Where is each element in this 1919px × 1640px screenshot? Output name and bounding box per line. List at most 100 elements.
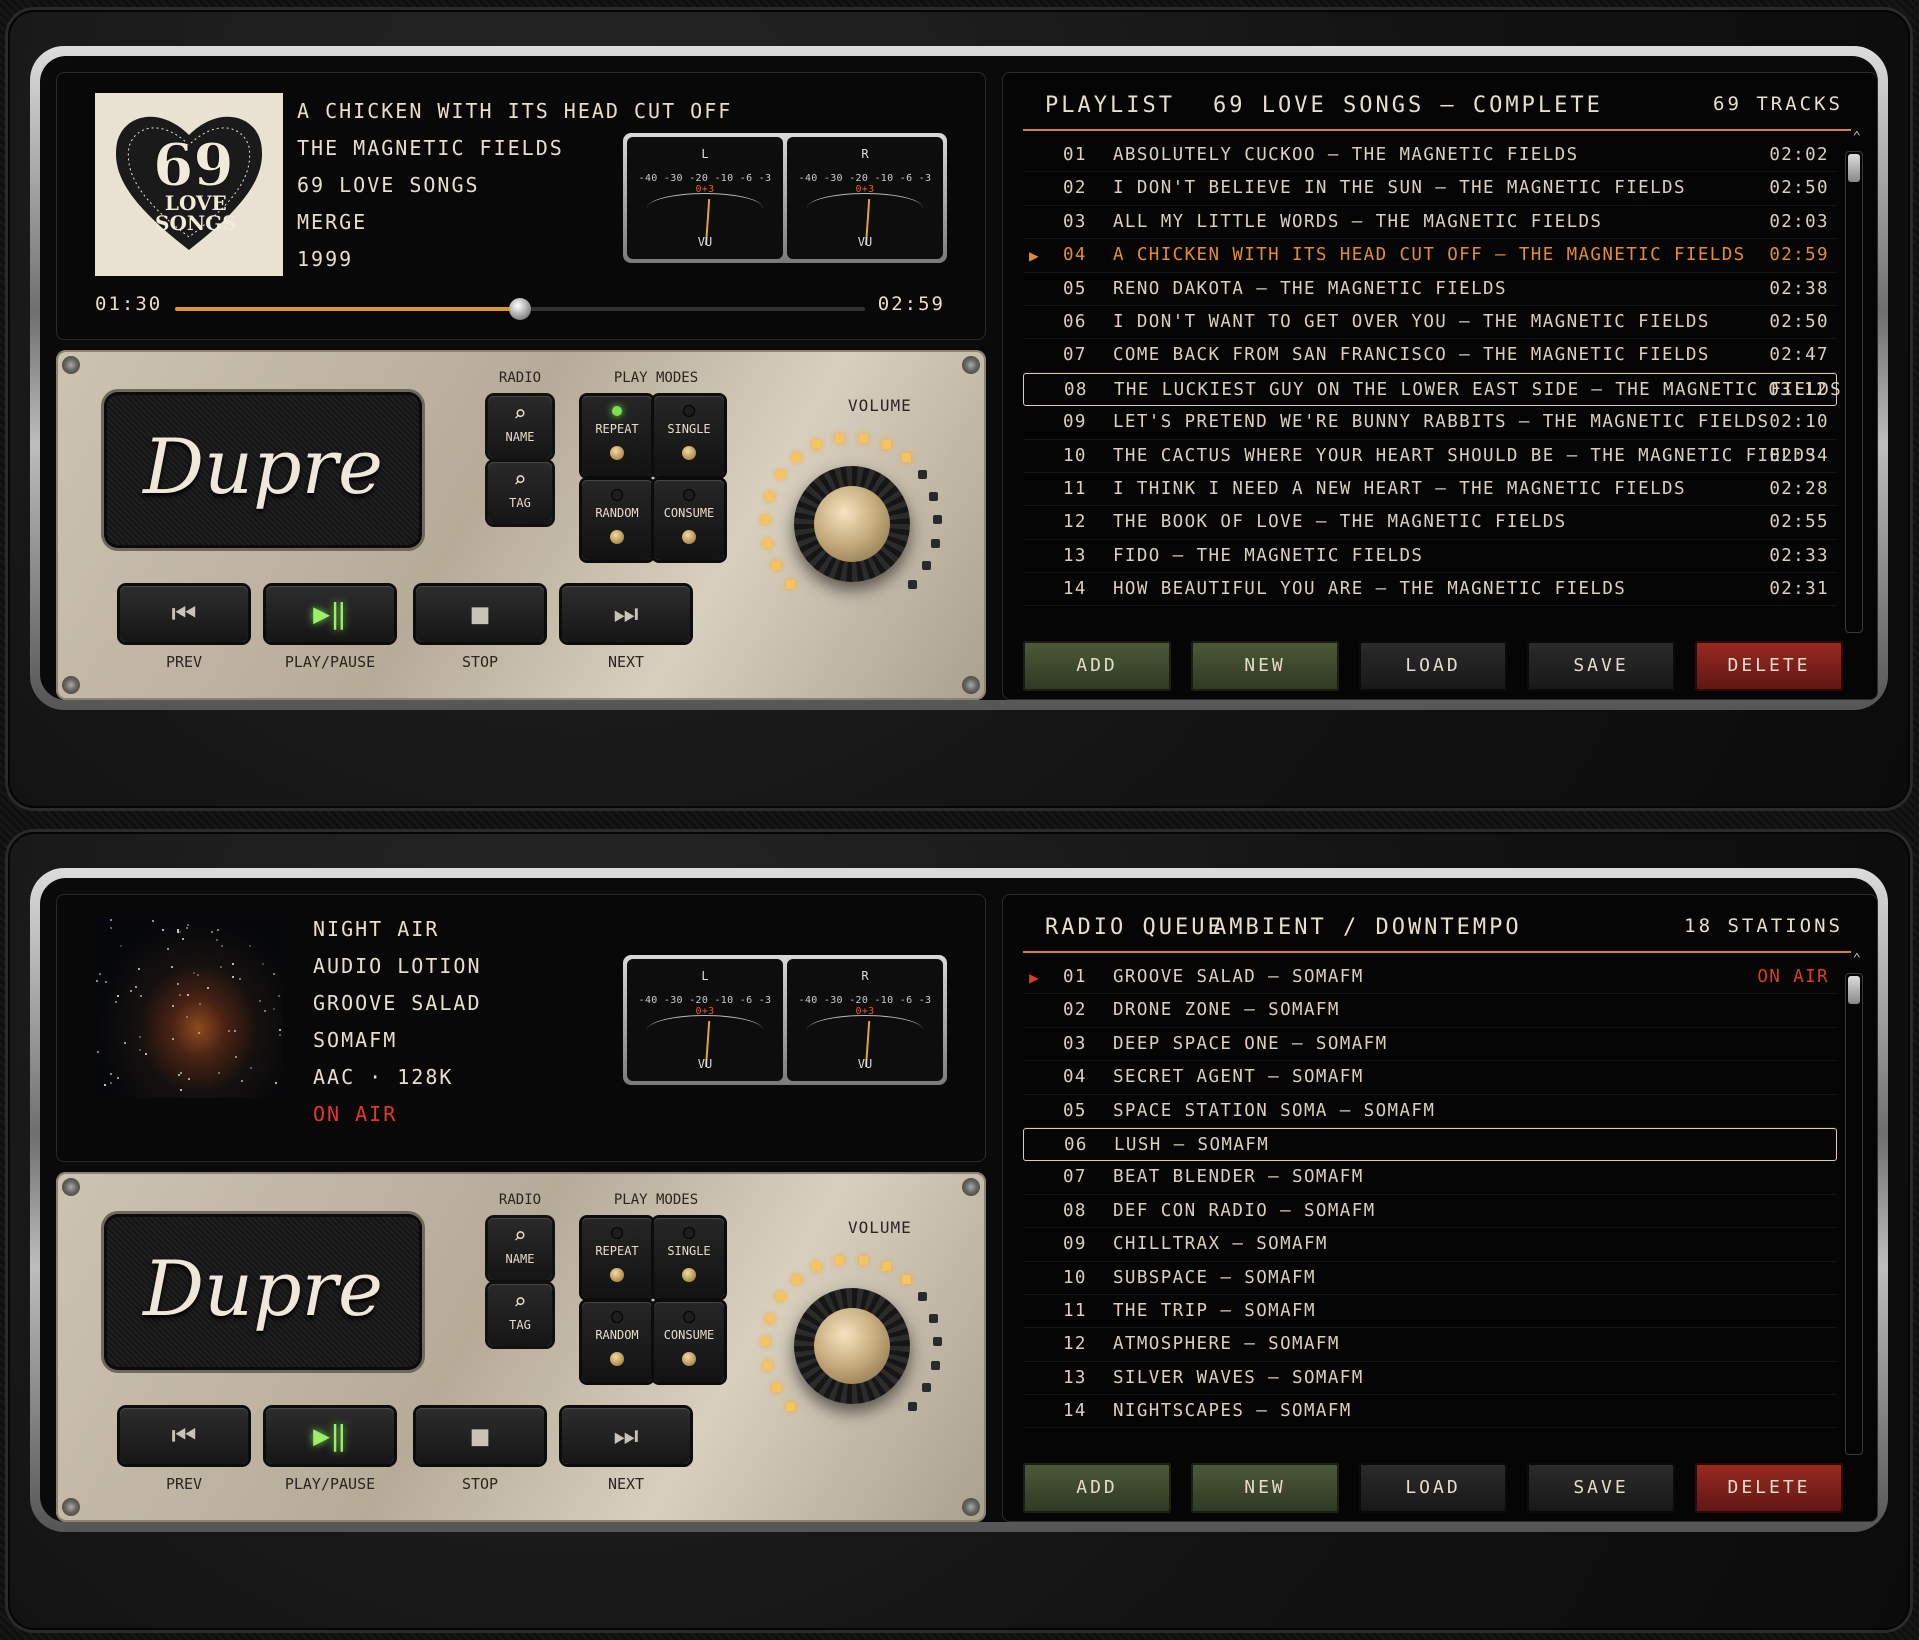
table-row[interactable]: 02 I DON'T BELIEVE IN THE SUN — THE MAGN…	[1023, 172, 1837, 206]
screw	[64, 358, 78, 372]
row-number: 02	[1063, 1000, 1087, 1021]
playlist-header: PLAYLIST 69 LOVE SONGS — COMPLETE 69 TRA…	[1023, 93, 1851, 131]
table-row[interactable]: 08 THE LUCKIEST GUY ON THE LOWER EAST SI…	[1023, 372, 1841, 407]
load-button[interactable]: LOAD	[1359, 1463, 1507, 1513]
volume-level-dot	[792, 1274, 802, 1284]
seek-bar[interactable]	[175, 298, 865, 320]
table-row[interactable]: 11 THE TRIP — SOMAFM	[1023, 1295, 1837, 1329]
heart-logo: 69 LOVE SONGS	[111, 105, 267, 265]
play-pause-label: PLAY/PAUSE	[284, 1475, 376, 1493]
play-pause-button[interactable]: ▶‖	[266, 1408, 394, 1464]
load-button[interactable]: LOAD	[1359, 641, 1507, 691]
new-button[interactable]: NEW	[1191, 1463, 1339, 1513]
scroll-up-icon[interactable]: ⌃	[1853, 951, 1861, 967]
table-row[interactable]: 05 SPACE STATION SOMA — SOMAFM	[1023, 1095, 1837, 1128]
scrollbar[interactable]	[1845, 151, 1863, 633]
stop-button[interactable]: ■	[416, 586, 544, 642]
table-row[interactable]: 04 SECRET AGENT — SOMAFM	[1023, 1061, 1837, 1095]
repeat-led	[612, 406, 622, 416]
search-name-button[interactable]: ⌕ NAME	[488, 396, 552, 458]
search-icon: ⌕	[513, 1290, 527, 1315]
delete-button[interactable]: DELETE	[1695, 641, 1843, 691]
table-row[interactable]: 09 LET'S PRETEND WE'RE BUNNY RABBITS — T…	[1023, 406, 1837, 440]
star	[151, 920, 154, 923]
search-tag-button[interactable]: ⌕ TAG	[488, 1284, 552, 1346]
play-pause-button[interactable]: ▶‖	[266, 586, 394, 642]
consume-led	[684, 1312, 694, 1322]
search-tag-button[interactable]: ⌕ TAG	[488, 462, 552, 524]
save-button[interactable]: SAVE	[1527, 1463, 1675, 1513]
scrollbar[interactable]	[1845, 973, 1863, 1455]
row-title: A CHICKEN WITH ITS HEAD CUT OFF — THE MA…	[1113, 245, 1746, 266]
play-modes-label: PLAY MODES	[613, 1192, 699, 1208]
table-row[interactable]: 12 ATMOSPHERE — SOMAFM	[1023, 1328, 1837, 1362]
table-row[interactable]: 02 DRONE ZONE — SOMAFM	[1023, 994, 1837, 1028]
stop-button[interactable]: ■	[416, 1408, 544, 1464]
random-button[interactable]: RANDOM	[582, 1302, 652, 1382]
station-name: GROOVE SALAD	[313, 991, 482, 1015]
row-title: THE BOOK OF LOVE — THE MAGNETIC FIELDS	[1113, 512, 1567, 533]
star	[172, 1004, 175, 1007]
star	[217, 928, 220, 931]
consume-button[interactable]: CONSUME	[654, 1302, 724, 1382]
random-led	[612, 490, 622, 500]
single-button[interactable]: SINGLE	[654, 1218, 724, 1298]
delete-button[interactable]: DELETE	[1695, 1463, 1843, 1513]
next-button[interactable]: ⏭	[562, 586, 690, 642]
volume-level-dot	[763, 538, 773, 548]
playlist-rows: ▶ 01 GROOVE SALAD — SOMAFM ON AIR 02 DRONE …	[1023, 961, 1837, 1429]
prev-button[interactable]: ⏮	[120, 1408, 248, 1464]
add-button[interactable]: ADD	[1023, 641, 1171, 691]
table-row[interactable]: 06 I DON'T WANT TO GET OVER YOU — THE MA…	[1023, 306, 1837, 340]
table-row[interactable]: 01 ABSOLUTELY CUCKOO — THE MAGNETIC FIEL…	[1023, 139, 1837, 173]
table-row[interactable]: 03 ALL MY LITTLE WORDS — THE MAGNETIC FI…	[1023, 206, 1837, 240]
table-row[interactable]: ▶ 04 A CHICKEN WITH ITS HEAD CUT OFF — TH…	[1023, 239, 1837, 273]
new-button[interactable]: NEW	[1191, 641, 1339, 691]
random-led	[612, 1312, 622, 1322]
next-button[interactable]: ⏭	[562, 1408, 690, 1464]
table-row[interactable]: ▶ 01 GROOVE SALAD — SOMAFM ON AIR	[1023, 961, 1837, 995]
table-row[interactable]: 09 CHILLTRAX — SOMAFM	[1023, 1228, 1837, 1262]
table-row[interactable]: 10 THE CACTUS WHERE YOUR HEART SHOULD BE…	[1023, 440, 1837, 473]
table-row[interactable]: 12 THE BOOK OF LOVE — THE MAGNETIC FIELD…	[1023, 506, 1837, 540]
table-row[interactable]: 07 BEAT BLENDER — SOMAFM	[1023, 1161, 1837, 1195]
seek-thumb[interactable]	[509, 298, 531, 320]
table-row[interactable]: 10 SUBSPACE — SOMAFM	[1023, 1262, 1837, 1295]
scroll-up-icon[interactable]: ⌃	[1853, 129, 1861, 145]
volume-level-dot	[765, 1313, 775, 1323]
table-row[interactable]: 08 DEF CON RADIO — SOMAFM	[1023, 1195, 1837, 1229]
consume-button[interactable]: CONSUME	[654, 480, 724, 560]
table-row[interactable]: 14 HOW BEAUTIFUL YOU ARE — THE MAGNETIC …	[1023, 573, 1837, 607]
random-button[interactable]: RANDOM	[582, 480, 652, 560]
table-row[interactable]: 14 NIGHTSCAPES — SOMAFM	[1023, 1395, 1837, 1429]
row-number: 09	[1063, 1234, 1087, 1255]
scroll-thumb[interactable]	[1848, 976, 1860, 1004]
volume-knob[interactable]	[756, 1250, 946, 1440]
star	[186, 1015, 189, 1018]
star	[96, 1051, 99, 1054]
repeat-button[interactable]: REPEAT	[582, 1218, 652, 1298]
save-button[interactable]: SAVE	[1527, 641, 1675, 691]
volume-knob[interactable]	[756, 428, 946, 618]
table-row[interactable]: 06 LUSH — SOMAFM	[1023, 1127, 1837, 1162]
row-title: ATMOSPHERE — SOMAFM	[1113, 1334, 1340, 1355]
row-duration: 02:59	[1769, 245, 1829, 266]
table-row[interactable]: 05 RENO DAKOTA — THE MAGNETIC FIELDS 02:3…	[1023, 273, 1837, 306]
station-provider: SOMAFM	[313, 1028, 398, 1052]
table-row[interactable]: 13 SILVER WAVES — SOMAFM	[1023, 1362, 1837, 1396]
repeat-button[interactable]: REPEAT	[582, 396, 652, 476]
star	[161, 928, 164, 931]
add-button[interactable]: ADD	[1023, 1463, 1171, 1513]
table-row[interactable]: 11 I THINK I NEED A NEW HEART — THE MAGN…	[1023, 473, 1837, 507]
volume-level-dot	[792, 452, 802, 462]
volume-level-dot	[901, 1274, 911, 1284]
prev-button[interactable]: ⏮	[120, 586, 248, 642]
single-button[interactable]: SINGLE	[654, 396, 724, 476]
row-number: 11	[1063, 478, 1087, 499]
table-row[interactable]: 03 DEEP SPACE ONE — SOMAFM	[1023, 1028, 1837, 1062]
search-name-button[interactable]: ⌕ NAME	[488, 1218, 552, 1280]
table-row[interactable]: 13 FIDO — THE MAGNETIC FIELDS 02:33	[1023, 540, 1837, 574]
scroll-thumb[interactable]	[1848, 154, 1860, 182]
row-number: 14	[1063, 579, 1087, 600]
table-row[interactable]: 07 COME BACK FROM SAN FRANCISCO — THE MA…	[1023, 339, 1837, 373]
